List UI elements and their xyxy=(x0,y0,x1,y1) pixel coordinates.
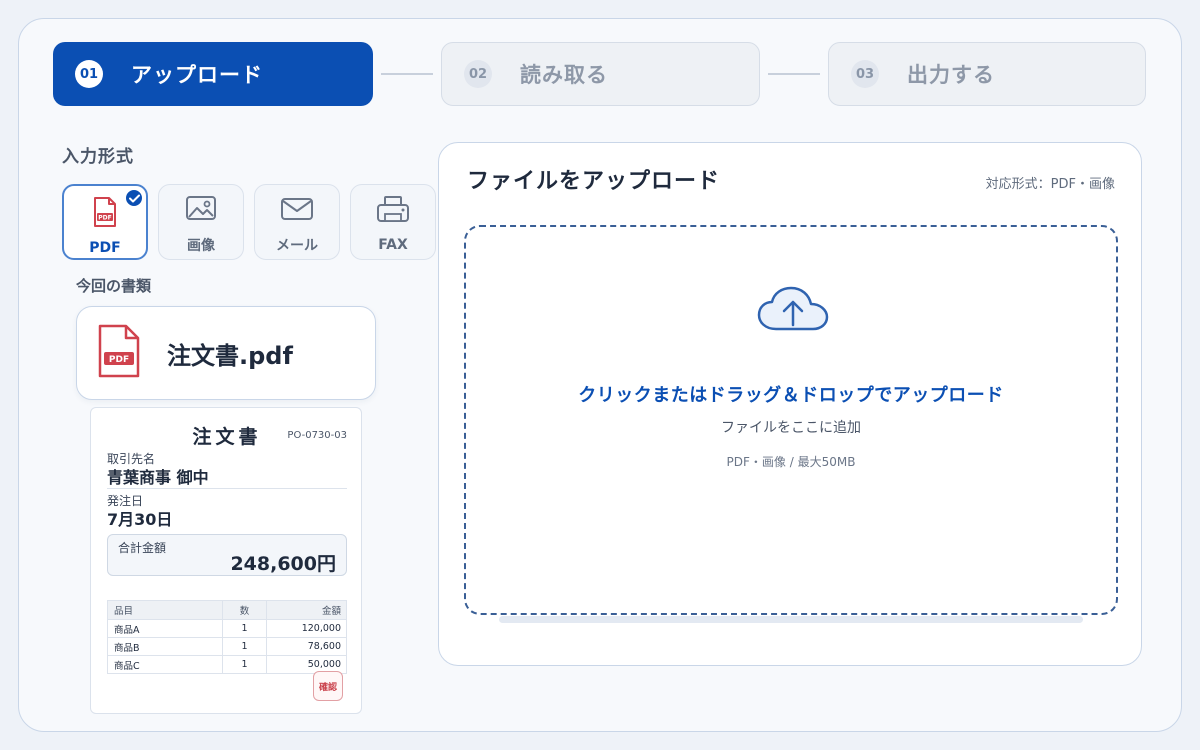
step-label: 出力する xyxy=(907,63,995,87)
table-cell: 1 xyxy=(222,655,267,674)
table-cell: 1 xyxy=(222,619,267,638)
format-option-mail[interactable]: メール xyxy=(254,184,340,260)
dropzone-subtext: ファイルをここに追加 xyxy=(721,420,861,436)
format-label: メール xyxy=(276,238,318,254)
step-number: 03 xyxy=(851,60,879,88)
image-icon xyxy=(185,195,217,227)
step-read[interactable]: 02 読み取る xyxy=(441,42,760,106)
client-value: 青葉商事 御中 xyxy=(107,468,209,487)
pdf-file-icon: PDF xyxy=(93,196,117,232)
dropzone-instruction: クリックまたはドラッグ＆ドロップでアップロード xyxy=(578,385,1004,406)
selected-file-card[interactable]: PDF 注文書.pdf xyxy=(76,306,376,400)
column-header: 数 xyxy=(222,600,267,620)
current-document-label: 今回の書類 xyxy=(76,277,152,295)
column-header: 金額 xyxy=(266,600,347,620)
svg-text:PDF: PDF xyxy=(98,215,111,222)
format-label: FAX xyxy=(378,237,408,253)
format-option-image[interactable]: 画像 xyxy=(158,184,244,260)
file-dropzone[interactable]: クリックまたはドラッグ＆ドロップでアップロード ファイルをここに追加 PDF・画… xyxy=(464,225,1118,615)
format-option-fax[interactable]: FAX xyxy=(350,184,436,260)
table-cell: 商品A xyxy=(107,619,223,638)
items-table: 品目 数 金額 商品A 1 120,000 商品B 1 78,600 商品C 1… xyxy=(107,600,347,674)
step-output[interactable]: 03 出力する xyxy=(828,42,1146,106)
table-cell: 商品C xyxy=(107,655,223,674)
horizontal-scrollbar[interactable] xyxy=(499,616,1083,623)
column-header: 品目 xyxy=(107,600,223,620)
confirmation-stamp: 確認 xyxy=(313,671,343,701)
format-label: 画像 xyxy=(187,238,215,254)
supported-formats: 対応形式：PDF・画像 xyxy=(985,177,1115,192)
document-number: PO-0730-03 xyxy=(287,430,347,441)
step-number: 01 xyxy=(75,60,103,88)
table-row: 商品A 1 120,000 xyxy=(107,619,347,638)
file-name: 注文書.pdf xyxy=(167,341,293,370)
table-cell: 120,000 xyxy=(266,619,347,638)
divider xyxy=(107,488,347,489)
step-connector xyxy=(381,73,433,75)
table-cell: 商品B xyxy=(107,637,223,656)
input-format-label: 入力形式 xyxy=(62,147,134,167)
total-amount-box: 合計金額 248,600円 xyxy=(107,534,347,576)
step-label: アップロード xyxy=(131,63,263,87)
dropzone-file-limit: PDF・画像 / 最大50MB xyxy=(726,455,856,469)
table-cell: 1 xyxy=(222,637,267,656)
fax-icon xyxy=(376,195,410,229)
format-option-pdf[interactable]: PDF PDF xyxy=(62,184,148,260)
step-upload[interactable]: 01 アップロード xyxy=(53,42,373,106)
upload-panel-title: ファイルをアップロード xyxy=(467,169,721,194)
step-label: 読み取る xyxy=(520,63,608,87)
table-cell: 78,600 xyxy=(266,637,347,656)
pdf-file-icon: PDF xyxy=(97,323,141,383)
mail-icon xyxy=(280,195,314,227)
document-preview: 注文書 PO-0730-03 取引先名 青葉商事 御中 発注日 7月30日 合計… xyxy=(90,407,362,714)
step-connector xyxy=(768,73,820,75)
step-number: 02 xyxy=(464,60,492,88)
svg-text:PDF: PDF xyxy=(109,355,129,365)
format-label: PDF xyxy=(89,240,121,256)
upload-panel: ファイルをアップロード 対応形式：PDF・画像 クリックまたはドラッグ＆ドロップ… xyxy=(438,142,1142,666)
check-icon xyxy=(124,188,144,208)
table-row: 商品B 1 78,600 xyxy=(107,637,347,656)
order-date-value: 7月30日 xyxy=(107,510,173,529)
total-label: 合計金額 xyxy=(118,541,167,555)
total-value: 248,600円 xyxy=(230,553,336,575)
cloud-upload-icon xyxy=(756,285,830,339)
table-row: 商品C 1 50,000 xyxy=(107,655,347,674)
table-header-row: 品目 数 金額 xyxy=(107,600,347,620)
